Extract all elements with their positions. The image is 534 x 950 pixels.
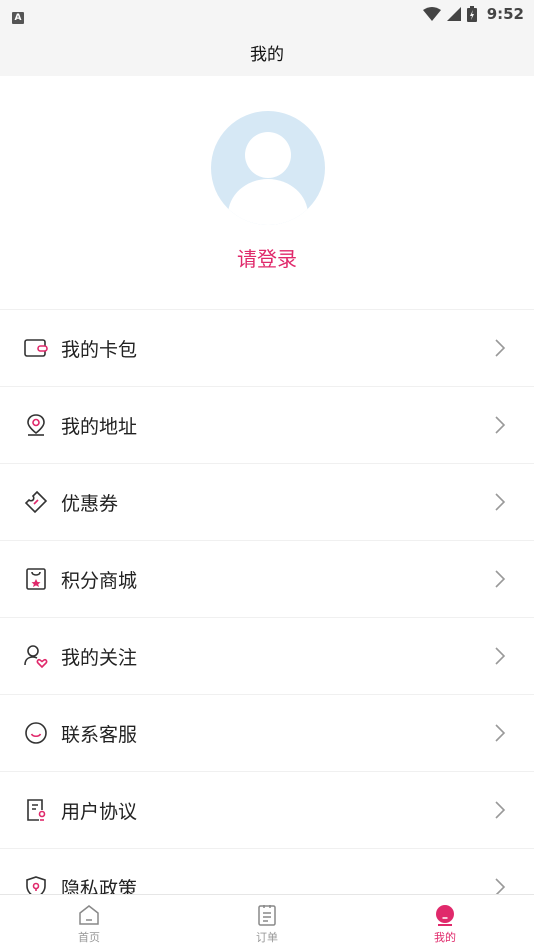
tab-label: 首页 [78,930,100,944]
home-icon [79,904,99,925]
tab-orders[interactable]: 订单 [178,895,356,950]
login-link[interactable]: 请登录 [0,243,534,272]
menu-item-label: 用户协议 [61,800,138,823]
menu-item-address[interactable]: 我的地址 [0,386,534,463]
chevron-right-icon [495,724,506,742]
menu-item-user-agreement[interactable]: 用户协议 [0,771,534,848]
status-bar: A 9:52 [0,0,534,28]
notification-badge-icon: A [12,11,24,24]
profile-section: 请登录 [0,76,534,309]
tab-profile[interactable]: 我的 [356,895,534,950]
tab-home[interactable]: 首页 [0,895,178,950]
chevron-right-icon [495,416,506,434]
tab-label: 我的 [434,930,456,944]
menu-item-card-wallet[interactable]: 我的卡包 [0,309,534,386]
menu-item-label: 积分商城 [61,569,138,592]
agreement-icon [23,797,49,823]
follow-icon [23,643,49,669]
page-title: 我的 [250,44,284,65]
wifi-icon [422,7,441,21]
chevron-right-icon [495,339,506,357]
menu-item-following[interactable]: 我的关注 [0,617,534,694]
wallet-icon [23,335,49,361]
profile-icon [436,904,454,926]
status-time: 9:52 [486,5,524,23]
tab-label: 订单 [256,930,278,944]
status-left: A [12,5,24,24]
menu-item-label: 我的关注 [61,646,138,669]
status-right: 9:52 [422,5,524,23]
chevron-right-icon [495,570,506,588]
title-bar: 我的 [0,28,534,76]
menu-item-label: 我的卡包 [61,338,138,361]
menu-item-customer-service[interactable]: 联系客服 [0,694,534,771]
menu-item-points-mall[interactable]: 积分商城 [0,540,534,617]
menu-item-label: 优惠券 [61,492,119,515]
chevron-right-icon [495,801,506,819]
menu-item-coupons[interactable]: 优惠券 [0,463,534,540]
avatar[interactable] [211,111,325,225]
customer-service-icon [23,720,49,746]
chevron-right-icon [495,493,506,511]
signal-icon [446,7,461,21]
location-icon [23,412,49,438]
points-mall-icon [23,566,49,592]
menu-list: 我的卡包 我的地址 优惠券 积分商城 我的关注 联系客服 用户协议 隐私政策 [0,309,534,925]
battery-icon [466,6,477,22]
bottom-tab-bar: 首页 订单 我的 [0,894,534,950]
menu-item-label: 联系客服 [61,723,138,746]
chevron-right-icon [495,647,506,665]
coupon-icon [23,489,49,515]
orders-icon [258,904,276,926]
menu-item-label: 我的地址 [61,415,138,438]
